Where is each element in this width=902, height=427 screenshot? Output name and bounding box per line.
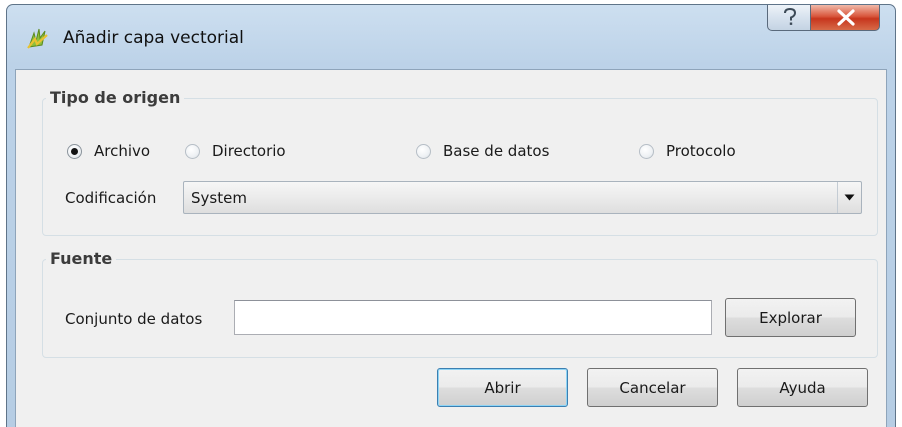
- qgis-icon: [25, 25, 51, 51]
- chevron-down-icon: [844, 194, 855, 201]
- source-group: Fuente Conjunto de datos Explorar: [42, 248, 878, 358]
- open-button[interactable]: Abrir: [437, 368, 568, 407]
- radio-indicator-selected: [67, 143, 82, 159]
- radio-protocolo-label: Protocolo: [666, 142, 736, 160]
- title-bar[interactable]: Añadir capa vectorial: [7, 5, 895, 69]
- source-type-legend: Tipo de origen: [46, 87, 185, 109]
- encoding-label: Codificación: [65, 189, 157, 207]
- radio-indicator: [185, 143, 200, 159]
- dataset-input[interactable]: [234, 300, 712, 335]
- radio-archivo[interactable]: Archivo: [67, 140, 150, 162]
- encoding-dropdown-button[interactable]: [837, 182, 861, 213]
- radio-directorio-label: Directorio: [212, 142, 286, 160]
- help-title-button[interactable]: [767, 5, 811, 31]
- question-mark-icon: [784, 7, 797, 25]
- dialog-window: Añadir capa vectorial Tipo de origen Arc…: [6, 4, 896, 427]
- browse-button[interactable]: Explorar: [725, 298, 856, 337]
- radio-protocolo[interactable]: Protocolo: [639, 140, 736, 162]
- radio-indicator: [416, 143, 431, 159]
- dialog-content: Tipo de origen Archivo Directorio Base d…: [15, 69, 887, 427]
- help-button[interactable]: Ayuda: [737, 368, 868, 407]
- encoding-select-value: System: [191, 189, 247, 207]
- source-legend: Fuente: [46, 248, 117, 270]
- radio-directorio[interactable]: Directorio: [185, 140, 286, 162]
- encoding-select[interactable]: System: [183, 181, 862, 214]
- radio-base-de-datos-label: Base de datos: [443, 142, 550, 160]
- radio-archivo-label: Archivo: [94, 142, 151, 160]
- radio-indicator: [639, 143, 654, 159]
- source-type-group: Tipo de origen Archivo Directorio Base d…: [42, 87, 878, 236]
- radio-base-de-datos[interactable]: Base de datos: [416, 140, 549, 162]
- close-button[interactable]: [810, 5, 880, 31]
- cancel-button[interactable]: Cancelar: [587, 368, 718, 407]
- dataset-label: Conjunto de datos: [65, 310, 203, 328]
- window-title: Añadir capa vectorial: [63, 28, 244, 48]
- close-x-icon: [837, 9, 855, 26]
